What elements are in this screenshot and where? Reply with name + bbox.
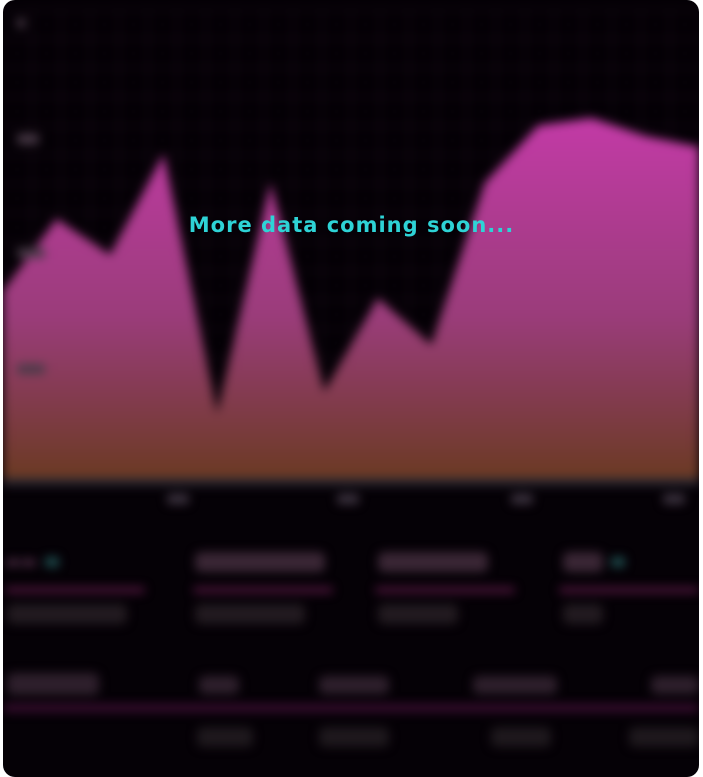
x-tick-label xyxy=(511,494,533,504)
stat-underline-2 xyxy=(193,587,333,593)
y-tick-label xyxy=(17,134,39,144)
x-tick-label xyxy=(663,494,685,504)
stat-value-3 xyxy=(378,604,458,624)
stat-underline-4 xyxy=(559,587,699,593)
table-header-1 xyxy=(7,673,99,695)
table-header-2 xyxy=(199,676,239,694)
table-cell-3 xyxy=(491,727,551,747)
stat-label-4 xyxy=(563,552,625,572)
table-cell-2 xyxy=(319,727,389,747)
y-tick-label xyxy=(17,364,45,374)
table-header-3 xyxy=(319,676,389,694)
stat-label-3 xyxy=(378,552,488,572)
stat-underline-1 xyxy=(5,587,145,593)
stat-underline-3 xyxy=(375,587,515,593)
table-cell-1 xyxy=(197,727,253,747)
x-tick-label xyxy=(167,494,189,504)
y-tick-label xyxy=(17,248,45,258)
area-chart xyxy=(3,9,699,504)
stat-label-2 xyxy=(195,552,325,572)
table-header-5 xyxy=(651,676,699,694)
x-axis xyxy=(3,478,699,486)
stat-value-2 xyxy=(195,604,305,624)
y-tick-label xyxy=(17,18,25,28)
blurred-preview: ▬▬ xyxy=(3,0,699,777)
stat-value-1 xyxy=(7,604,127,624)
table-divider xyxy=(3,704,699,712)
stat-value-4 xyxy=(563,604,603,624)
x-tick-label xyxy=(337,494,359,504)
stat-label-1: ▬▬ xyxy=(5,552,60,572)
table-cell-4 xyxy=(629,727,699,747)
table-header-4 xyxy=(473,676,557,694)
chart-card: ▬▬ xyxy=(3,0,699,777)
